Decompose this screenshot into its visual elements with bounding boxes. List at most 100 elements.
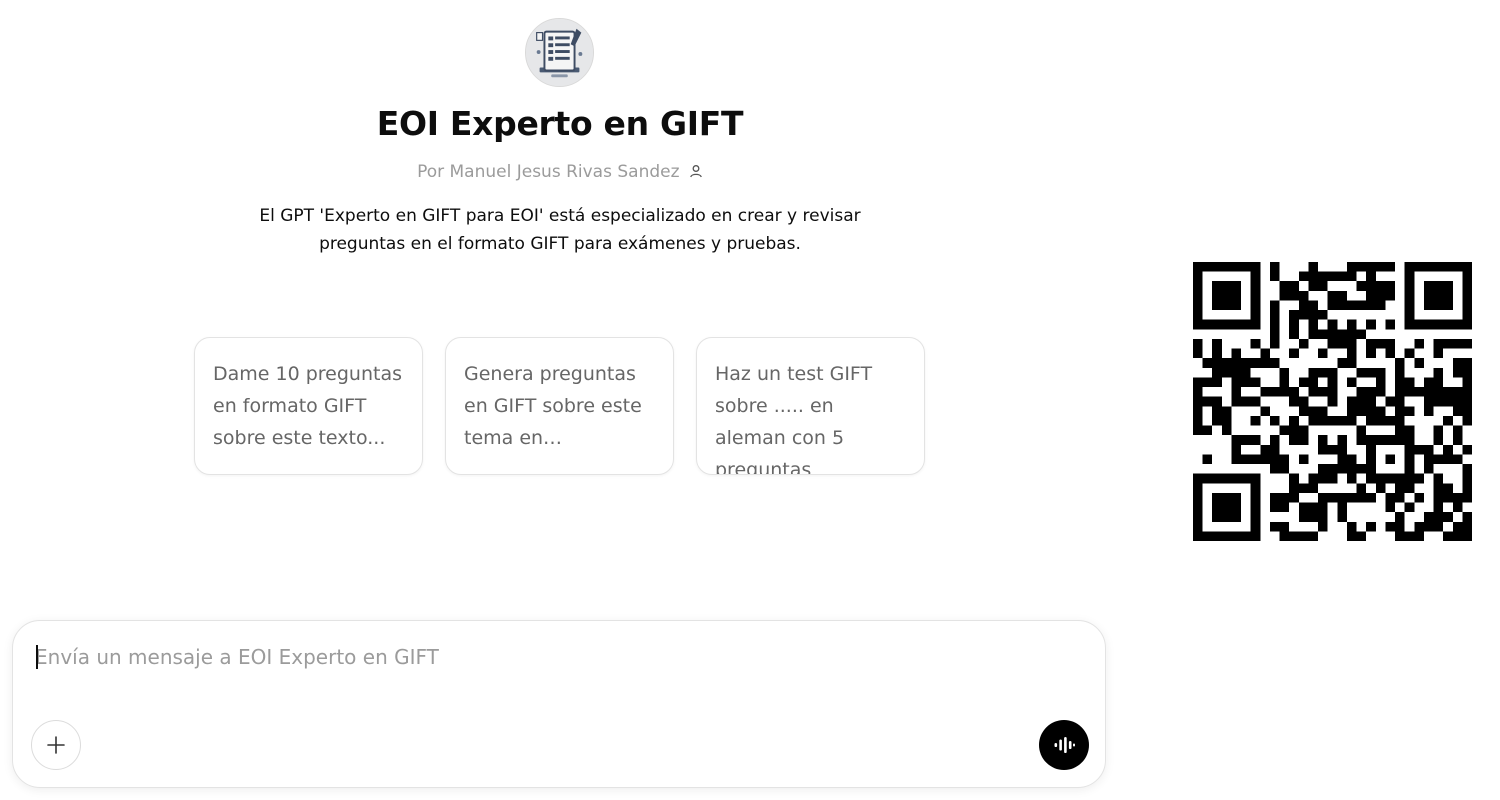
qr-module bbox=[1356, 464, 1367, 474]
qr-module bbox=[1356, 396, 1367, 407]
gpt-chat-page: EOI Experto en GIFT Por Manuel Jesus Riv… bbox=[0, 0, 1500, 800]
qr-module bbox=[1346, 454, 1357, 465]
qr-module bbox=[1221, 281, 1232, 291]
qr-module bbox=[1366, 300, 1376, 311]
qr-module bbox=[1375, 387, 1386, 397]
qr-module bbox=[1308, 281, 1319, 291]
qr-module bbox=[1433, 521, 1444, 532]
qr-module bbox=[1318, 415, 1328, 426]
qr-module bbox=[1462, 358, 1472, 368]
qr-module bbox=[1231, 531, 1242, 541]
qr-module bbox=[1404, 387, 1415, 397]
qr-module bbox=[1462, 521, 1472, 532]
qr-module bbox=[1298, 531, 1309, 541]
qr-module bbox=[1433, 483, 1444, 493]
qr-module bbox=[1395, 367, 1405, 378]
qr-module bbox=[1327, 415, 1338, 426]
qr-module bbox=[1385, 262, 1396, 272]
qr-module bbox=[1462, 281, 1472, 291]
qr-module bbox=[1193, 502, 1203, 513]
voice-mode-button[interactable] bbox=[1039, 720, 1089, 770]
qr-module bbox=[1212, 358, 1222, 368]
qr-module bbox=[1289, 531, 1299, 541]
qr-module bbox=[1212, 262, 1222, 272]
qr-module bbox=[1202, 319, 1213, 330]
qr-module bbox=[1356, 262, 1367, 272]
qr-module bbox=[1212, 367, 1222, 378]
qr-module bbox=[1404, 262, 1415, 272]
qr-module bbox=[1212, 281, 1222, 291]
qr-module bbox=[1241, 262, 1251, 272]
qr-module bbox=[1318, 348, 1328, 359]
qr-module bbox=[1327, 396, 1338, 407]
qr-module bbox=[1298, 425, 1309, 436]
qr-module bbox=[1289, 435, 1299, 445]
qr-module bbox=[1404, 425, 1415, 436]
qr-module bbox=[1308, 262, 1319, 272]
qr-module bbox=[1385, 473, 1396, 484]
qr-module bbox=[1327, 290, 1338, 301]
qr-module bbox=[1423, 396, 1434, 407]
qr-module bbox=[1366, 387, 1376, 397]
qr-module bbox=[1212, 377, 1222, 388]
qr-module bbox=[1318, 512, 1328, 522]
qr-module bbox=[1375, 262, 1386, 272]
qr-module bbox=[1337, 454, 1347, 465]
plus-icon bbox=[47, 736, 65, 754]
qr-module bbox=[1212, 502, 1222, 513]
qr-module bbox=[1318, 271, 1328, 282]
qr-module bbox=[1279, 281, 1290, 291]
qr-module bbox=[1269, 262, 1280, 272]
qr-module bbox=[1366, 262, 1376, 272]
qr-module bbox=[1366, 290, 1376, 301]
qr-module bbox=[1346, 406, 1357, 416]
qr-module bbox=[1375, 483, 1386, 493]
qr-module bbox=[1462, 406, 1472, 416]
qr-module bbox=[1414, 473, 1424, 484]
qr-module bbox=[1366, 464, 1376, 474]
qr-module bbox=[1366, 281, 1376, 291]
qr-module bbox=[1346, 521, 1357, 532]
qr-module bbox=[1327, 464, 1338, 474]
qr-module bbox=[1250, 492, 1261, 503]
qr-module bbox=[1269, 454, 1280, 465]
message-input[interactable] bbox=[35, 639, 1075, 675]
qr-module bbox=[1462, 319, 1472, 330]
qr-module bbox=[1443, 531, 1453, 541]
starter-card-3[interactable]: Haz un test GIFT sobre ..... en aleman c… bbox=[696, 337, 925, 475]
qr-module bbox=[1318, 367, 1328, 378]
qr-module bbox=[1221, 425, 1232, 436]
qr-module bbox=[1308, 415, 1319, 426]
qr-module bbox=[1404, 281, 1415, 291]
qr-module bbox=[1308, 512, 1319, 522]
qr-module bbox=[1308, 310, 1319, 320]
qr-module bbox=[1443, 262, 1453, 272]
qr-module bbox=[1337, 300, 1347, 311]
gpt-author: Por Manuel Jesus Rivas Sandez bbox=[0, 162, 1120, 182]
starter-card-2[interactable]: Genera preguntas en GIFT sobre este tema… bbox=[445, 337, 674, 475]
qr-module bbox=[1356, 367, 1367, 378]
qr-module bbox=[1433, 319, 1444, 330]
qr-module bbox=[1193, 396, 1203, 407]
qr-module bbox=[1452, 502, 1463, 513]
qr-module bbox=[1231, 492, 1242, 503]
qr-module bbox=[1404, 319, 1415, 330]
qr-module bbox=[1221, 502, 1232, 513]
qr-module bbox=[1366, 521, 1376, 532]
qr-module bbox=[1462, 396, 1472, 407]
qr-module bbox=[1375, 473, 1386, 484]
qr-module bbox=[1250, 396, 1261, 407]
person-icon[interactable] bbox=[689, 163, 703, 178]
qr-module bbox=[1298, 396, 1309, 407]
qr-module bbox=[1395, 415, 1405, 426]
qr-module bbox=[1250, 521, 1261, 532]
attach-button[interactable] bbox=[31, 720, 81, 770]
qr-module bbox=[1221, 512, 1232, 522]
qr-module bbox=[1414, 358, 1424, 368]
qr-module bbox=[1260, 444, 1270, 455]
starter-card-1[interactable]: Dame 10 preguntas en formato GIFT sobre … bbox=[194, 337, 423, 475]
qr-module bbox=[1433, 425, 1444, 436]
qr-module bbox=[1269, 387, 1280, 397]
qr-module bbox=[1462, 531, 1472, 541]
qr-module bbox=[1327, 473, 1338, 484]
